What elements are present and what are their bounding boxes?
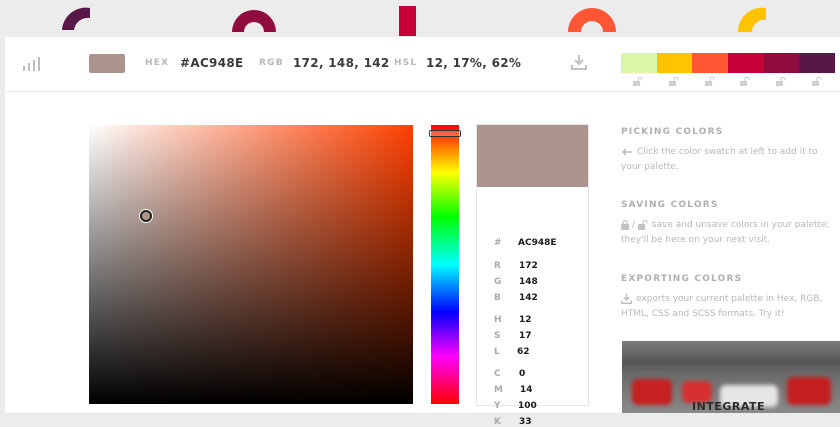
- detail-key: H: [494, 315, 502, 325]
- unlock-icon[interactable]: [776, 77, 787, 86]
- palette-lock-slot: [764, 77, 800, 86]
- detail-value: 142: [519, 293, 538, 303]
- palette-swatch[interactable]: [621, 53, 657, 73]
- saturation-lightness-field[interactable]: [89, 125, 413, 404]
- detail-key: R: [494, 261, 501, 271]
- unlock-icon[interactable]: [669, 77, 680, 86]
- detail-key: C: [494, 369, 501, 379]
- rgb-value[interactable]: 172, 148, 142: [293, 56, 390, 70]
- arrow-left-icon: [621, 147, 632, 156]
- main-card: HEX #AC948E RGB 172, 148, 142 HSL 12, 17…: [5, 37, 840, 427]
- advertisement-banner[interactable]: INTEGRATE: [622, 341, 840, 413]
- palette-lock-slot: [657, 77, 693, 86]
- unlock-icon[interactable]: [740, 77, 751, 86]
- hex-label: HEX: [145, 58, 170, 68]
- hex-value[interactable]: #AC948E: [180, 56, 244, 70]
- detail-key: G: [494, 277, 502, 287]
- detail-value: 14: [520, 385, 533, 395]
- color-details-panel: # AC948E R 172 G 148 B 142 H 12 S 17 L 62 C 0 M 14 Y 100 K…: [476, 124, 589, 427]
- palette-lock-slot: [799, 77, 835, 86]
- hue-slider-handle[interactable]: [429, 130, 461, 137]
- unlock-icon[interactable]: [704, 77, 716, 86]
- detail-value: 17: [519, 331, 532, 341]
- detail-value: 148: [519, 277, 538, 287]
- details-hex-value: AC948E: [518, 238, 557, 248]
- hue-slider[interactable]: [431, 125, 459, 404]
- detail-key: L: [494, 347, 500, 357]
- detail-key: M: [494, 385, 503, 395]
- palette-locks: [621, 77, 835, 86]
- picking-title: PICKING COLORS: [621, 127, 724, 137]
- palette-swatch[interactable]: [799, 53, 836, 73]
- picking-text-body: Click the color swatch at left to add it…: [621, 147, 818, 172]
- help-exporting: EXPORTING COLORS exports your current pa…: [621, 274, 831, 322]
- detail-value: 12: [519, 315, 532, 325]
- detail-key: S: [494, 331, 501, 341]
- logo-shape-2: [232, 10, 276, 32]
- detail-key: Y: [494, 401, 501, 411]
- help-saving: SAVING COLORS / save and unsave colors i…: [621, 200, 831, 248]
- logo-shape-4: [568, 8, 616, 32]
- detail-key: K: [494, 417, 501, 427]
- picking-text: Click the color swatch at left to add it…: [621, 145, 831, 175]
- unlock-icon[interactable]: [811, 77, 823, 86]
- color-toolbar: HEX #AC948E RGB 172, 148, 142 HSL 12, 17…: [5, 37, 840, 92]
- header-logo-shapes: [62, 6, 766, 36]
- palette-swatch[interactable]: [728, 53, 764, 73]
- detail-value: 33: [519, 417, 532, 427]
- details-color-swatch[interactable]: [477, 125, 588, 187]
- ad-text: INTEGRATE: [692, 400, 765, 413]
- exporting-text-body: exports your current palette in Hex, RGB…: [621, 294, 823, 319]
- palette-lock-slot: [728, 77, 764, 86]
- saving-title: SAVING COLORS: [621, 200, 719, 210]
- download-icon: [621, 293, 632, 304]
- palette-lock-slot: [692, 77, 728, 86]
- logo-shape-1: [62, 7, 90, 30]
- exporting-text: exports your current palette in Hex, RGB…: [621, 292, 831, 322]
- detail-value: 100: [518, 401, 537, 411]
- unlock-icon[interactable]: [633, 77, 644, 86]
- color-picker-handle[interactable]: [140, 210, 152, 222]
- logo-shape-3: [399, 6, 416, 36]
- current-color-swatch[interactable]: [89, 54, 125, 73]
- saving-text: / save and unsave colors in your palette…: [621, 218, 831, 248]
- logo-shape-5: [737, 7, 766, 33]
- palette-lock-slot: [621, 77, 657, 86]
- detail-key: B: [494, 293, 501, 303]
- detail-value: 62: [517, 347, 530, 357]
- download-icon[interactable]: [571, 54, 587, 70]
- exporting-title: EXPORTING COLORS: [621, 274, 743, 284]
- help-picking: PICKING COLORS Click the color swatch at…: [621, 127, 831, 175]
- saving-text-body: save and unsave colors in your palette; …: [621, 220, 830, 245]
- palette-swatch[interactable]: [763, 53, 800, 73]
- palette-swatch[interactable]: [656, 53, 693, 73]
- lock-icon: [621, 219, 629, 230]
- bar-chart-icon[interactable]: [23, 57, 41, 71]
- detail-value: 172: [519, 261, 538, 271]
- detail-value: 0: [519, 369, 526, 379]
- saved-palette: [621, 53, 836, 73]
- palette-swatch[interactable]: [692, 53, 729, 73]
- unlock-icon: [637, 219, 648, 230]
- hsl-label: HSL: [394, 58, 418, 68]
- hash-label: #: [494, 238, 502, 248]
- saving-slash: /: [631, 220, 635, 230]
- rgb-label: RGB: [259, 58, 284, 68]
- hsl-value[interactable]: 12, 17%, 62%: [426, 56, 521, 70]
